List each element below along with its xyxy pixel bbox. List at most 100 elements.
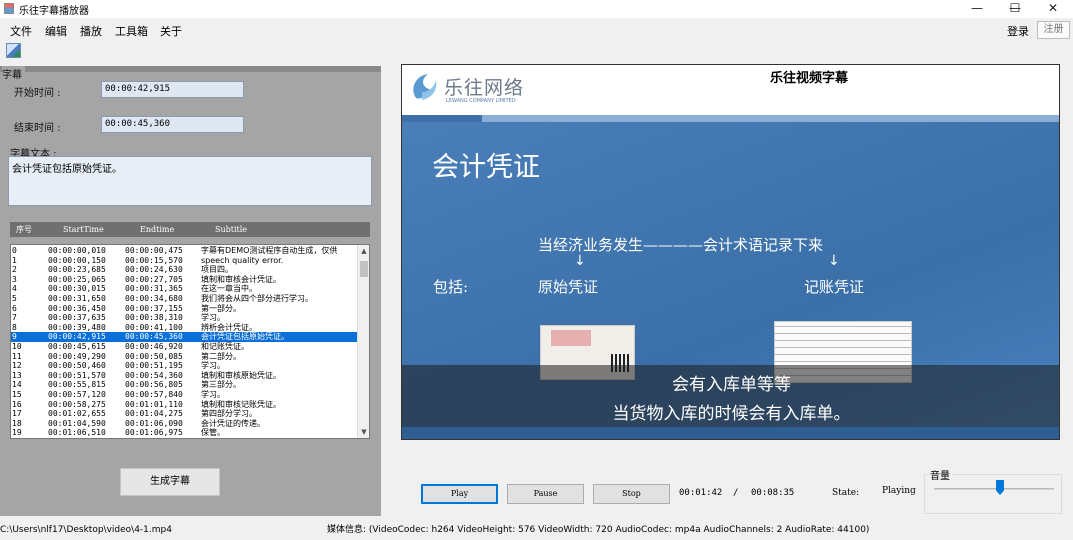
list-item[interactable]: 5 00:00:31,650 00:00:34,680 我们将会从四个部分进行学习。 <box>11 294 357 304</box>
list-item[interactable]: 10 00:00:45,615 00:00:46,920 和记账凭证。 <box>11 342 357 352</box>
list-item[interactable]: 7 00:00:37,635 00:00:38,310 学习。 <box>11 313 357 323</box>
list-item[interactable]: 12 00:00:50,460 00:00:51,195 学习。 <box>11 361 357 371</box>
volume-label: 音量 <box>928 467 952 482</box>
list-item[interactable]: 11 00:00:49,290 00:00:50,085 第二部分。 <box>11 352 357 362</box>
menu-file[interactable]: 文件 <box>10 23 32 39</box>
menu-toolbox[interactable]: 工具箱 <box>115 23 148 39</box>
scroll-up-icon[interactable]: ▲ <box>360 247 368 255</box>
row-end-time: 00:00:45,360 <box>125 332 183 342</box>
list-item[interactable]: 0 00:00:00,010 00:00:00,475 字幕有DEMO测试程序自动生成… <box>11 246 357 256</box>
row-subtitle: 我们将会从四个部分进行学习。 <box>201 294 313 303</box>
row-subtitle: 填制和审核原始凭证。 <box>201 370 281 380</box>
list-item[interactable]: 15 00:00:57,120 00:00:57,840 学习。 <box>11 390 357 400</box>
row-start-time: 00:00:23,685 <box>48 265 106 275</box>
slide-header: 乐往网络 LEWANG COMPANY LIMITED 乐往视频字幕 <box>402 65 1059 118</box>
media-info: 媒体信息: (VideoCodec: h264 VideoHeight: 576… <box>327 525 870 535</box>
window-title: 乐往字幕播放器 <box>19 6 89 17</box>
logo-text: 乐往网络 <box>444 77 525 99</box>
volume-slider[interactable] <box>934 488 1054 490</box>
row-end-time: 00:00:24,630 <box>125 265 183 275</box>
logo-subtext: LEWANG COMPANY LIMITED <box>446 98 516 104</box>
pause-button[interactable]: Pause <box>507 484 584 504</box>
row-end-time: 00:00:34,680 <box>125 294 183 303</box>
slide-footer <box>402 427 1059 439</box>
slide-line-1: 当经济业务发生————会计术语记录下来 <box>538 236 824 254</box>
scroll-thumb[interactable] <box>360 261 368 277</box>
scroll-down-icon[interactable]: ▼ <box>360 428 368 436</box>
row-end-time: 00:00:56,805 <box>125 380 183 390</box>
row-start-time: 00:00:42,915 <box>48 332 106 342</box>
video-subtitle-line-1: 会有入库单等等 <box>672 375 791 395</box>
row-start-time: 00:00:00,150 <box>48 255 106 265</box>
end-time-field[interactable]: 00:00:45,360 <box>101 116 244 133</box>
column-starttime[interactable]: StartTime <box>63 222 104 237</box>
list-scrollbar[interactable]: ▲ ▼ <box>357 245 369 438</box>
list-item[interactable]: 2 00:00:23,685 00:00:24,630 项目四。 <box>11 265 357 275</box>
menu-play[interactable]: 播放 <box>80 23 102 39</box>
row-end-time: 00:01:06,975 <box>125 428 183 438</box>
image-icon[interactable] <box>6 43 21 58</box>
list-item[interactable]: 3 00:00:25,065 00:00:27,705 填制和审核会计凭证。 <box>11 275 357 285</box>
column-endtime[interactable]: Endtime <box>140 222 174 237</box>
row-end-time: 00:00:57,840 <box>125 390 183 399</box>
list-item[interactable]: 1 00:00:00,150 00:00:15,570 speech quality … <box>11 256 357 266</box>
time-separator: / <box>733 488 739 498</box>
row-start-time: 00:00:57,120 <box>48 390 106 399</box>
panel-header-strip <box>0 66 381 72</box>
close-button[interactable]: ✕ <box>1034 0 1072 18</box>
list-item[interactable]: 13 00:00:51,570 00:00:54,360 填制和审核原始凭证。 <box>11 371 357 381</box>
menu-edit[interactable]: 编辑 <box>45 23 67 39</box>
state-value: Playing <box>882 486 916 496</box>
row-start-time: 00:00:37,635 <box>48 313 106 323</box>
row-subtitle: 会计凭证包括原始凭证。 <box>201 332 289 342</box>
list-item[interactable]: 16 00:00:58,275 00:01:01,110 填制和审核记账凭证。 <box>11 400 357 410</box>
subtitle-list[interactable]: 19 00:01:06,510 00:01:06,975 保管。 18 00:01:04,… <box>10 244 370 439</box>
status-bar: C:\Users\nlf17\Desktop\video\4-1.mp4 媒体信… <box>0 521 1073 540</box>
row-start-time: 00:00:50,460 <box>48 361 106 371</box>
subtitle-group-label: 字幕 <box>2 66 25 81</box>
row-start-time: 00:01:06,510 <box>48 428 106 438</box>
list-item[interactable]: 14 00:00:55,815 00:00:56,805 第三部分。 <box>11 380 357 390</box>
row-start-time: 00:01:04,590 <box>48 418 106 428</box>
video-player[interactable]: 乐往网络 LEWANG COMPANY LIMITED 乐往视频字幕 会计凭证 … <box>401 64 1060 440</box>
row-end-time: 00:00:37,155 <box>125 303 183 313</box>
row-subtitle: 填制和审核记账凭证。 <box>201 399 281 409</box>
column-index[interactable]: 序号 <box>16 222 32 237</box>
row-index: 17 <box>12 409 22 419</box>
video-subtitle-line-2: 当货物入库的时候会有入库单。 <box>612 404 851 424</box>
subtitle-text-field[interactable]: 会计凭证包括原始凭证。 <box>8 156 372 206</box>
row-start-time: 00:00:31,650 <box>48 294 106 303</box>
row-index: 3 <box>12 274 17 284</box>
minimize-button-alt[interactable]: — <box>958 0 996 18</box>
column-subtitle[interactable]: Subtitle <box>215 222 247 237</box>
row-subtitle: 第二部分。 <box>201 351 241 361</box>
slide-source-doc: 原始凭证 <box>538 278 599 296</box>
slide-includes: 包括: <box>433 278 469 296</box>
generate-subtitles-button[interactable]: 生成字幕 <box>120 468 220 496</box>
end-time-label: 结束时间 : <box>14 123 61 134</box>
row-subtitle: 在这一章当中。 <box>201 284 257 294</box>
list-item[interactable]: 19 00:01:06,510 00:01:06,975 保管。 <box>11 428 357 438</box>
row-index: 8 <box>12 322 17 332</box>
list-item[interactable]: 17 00:01:02,655 00:01:04,275 第四部分学习。 <box>11 409 357 419</box>
play-button[interactable]: Play <box>421 484 498 504</box>
maximize-button[interactable]: ☐ <box>996 0 1034 18</box>
total-time: 00:08:35 <box>751 488 795 498</box>
list-item[interactable]: 4 00:00:30,015 00:00:31,365 在这一章当中。 <box>11 284 357 294</box>
menu-about[interactable]: 关于 <box>160 23 182 39</box>
login-link[interactable]: 登录 <box>1007 23 1029 39</box>
list-item[interactable]: 8 00:00:39,480 00:00:41,100 辨析会计凭证。 <box>11 323 357 333</box>
arrow-down-icon: ↓ <box>828 253 840 269</box>
row-index: 1 <box>12 255 17 265</box>
list-item[interactable]: 18 00:01:04,590 00:01:06,090 会计凭证的传递。 <box>11 419 357 429</box>
row-index: 11 <box>12 351 22 361</box>
row-subtitle: 学习。 <box>201 390 225 399</box>
row-subtitle: speech quality error. <box>201 255 284 265</box>
start-time-field[interactable]: 00:00:42,915 <box>101 81 244 98</box>
row-start-time: 00:00:51,570 <box>48 370 106 380</box>
register-button[interactable]: 注册 <box>1037 21 1070 39</box>
list-item[interactable]: 6 00:00:36,450 00:00:37,155 第一部分。 <box>11 304 357 314</box>
stop-button[interactable]: Stop <box>593 484 670 504</box>
slide-strip-light <box>482 115 1059 122</box>
list-item[interactable]: 9 00:00:42,915 00:00:45,360 会计凭证包括原始凭证。 <box>11 332 357 342</box>
